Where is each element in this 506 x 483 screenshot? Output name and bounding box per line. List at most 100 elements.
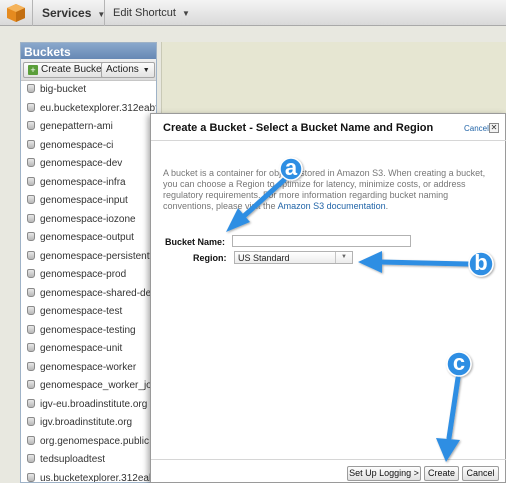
- bucket-name: us.bucketexplorer.312eabf4b: [40, 472, 157, 483]
- bucket-icon: [27, 398, 35, 408]
- bucket-icon: [27, 158, 35, 167]
- bucket-name: genomespace-output: [40, 232, 134, 243]
- bucket-icon: [27, 250, 35, 260]
- bucket-name: genomespace-testing: [40, 324, 136, 336]
- description-end: .: [385, 201, 389, 211]
- create-bucket-dialog: Create a Bucket - Select a Bucket Name a…: [150, 113, 506, 483]
- bucket-list-item[interactable]: genomespace-worker: [21, 359, 156, 378]
- edit-shortcut-menu[interactable]: Edit Shortcut ▼: [113, 7, 190, 19]
- bucket-list-item[interactable]: genomespace-prod: [21, 266, 156, 285]
- dialog-title: Create a Bucket - Select a Bucket Name a…: [163, 122, 434, 134]
- bucket-icon: [27, 213, 35, 223]
- bucket-icon: [27, 195, 35, 204]
- bucket-name: genomespace-test: [40, 306, 123, 317]
- bucket-list-item[interactable]: genomespace-unit: [21, 340, 156, 359]
- bucket-list-item[interactable]: org.genomespace.public: [21, 433, 156, 452]
- set-up-logging-button[interactable]: Set Up Logging >: [347, 466, 421, 481]
- bucket-list-item[interactable]: genepattern-ami: [21, 118, 156, 137]
- chevron-down-icon: ▼: [181, 9, 190, 18]
- bucket-list-item[interactable]: genomespace-output: [21, 229, 156, 248]
- bucket-name: org.genomespace.public: [40, 435, 149, 447]
- bucket-name: genomespace-input: [40, 195, 128, 206]
- bucket-name: igv-eu.broadinstitute.org: [40, 398, 148, 410]
- region-label: Region:: [193, 253, 227, 263]
- bucket-icon: [27, 232, 35, 241]
- bucket-name: genomespace-ci: [40, 139, 114, 151]
- bucket-icon: [27, 84, 35, 93]
- bucket-list-item[interactable]: genomespace-testing: [21, 322, 156, 341]
- bucket-name: genomespace-worker: [40, 361, 137, 373]
- bucket-list-item[interactable]: igv.broadinstitute.org: [21, 414, 156, 433]
- bucket-name-input[interactable]: [232, 235, 411, 247]
- buckets-panel: Buckets + Create Bucket Actions ▼ big-buck…: [20, 42, 157, 483]
- annotation-label-b: b: [474, 250, 488, 275]
- actions-button[interactable]: Actions ▼: [101, 62, 155, 78]
- bucket-icon: [27, 343, 35, 352]
- bucket-icon: [27, 472, 35, 482]
- bucket-list-item[interactable]: genomespace-infra: [21, 174, 156, 193]
- bucket-list-item[interactable]: us.bucketexplorer.312eabf4b: [21, 470, 157, 483]
- bucket-list-item[interactable]: igv-eu.broadinstitute.org: [21, 396, 156, 415]
- bucket-name: genomespace-iozone: [40, 213, 136, 225]
- bucket-icon: [27, 454, 35, 463]
- services-menu[interactable]: Services ▼: [42, 6, 105, 20]
- bucket-list-item[interactable]: genomespace-dev: [21, 155, 156, 174]
- bucket-name: igv.broadinstitute.org: [40, 417, 133, 428]
- divider: [32, 0, 33, 26]
- bucket-list: big-bucket eu.bucketexplorer.312eabf4b0 ge…: [21, 81, 157, 483]
- bucket-name: genomespace-persistentfs: [40, 250, 157, 262]
- buckets-panel-title: Buckets: [21, 43, 156, 59]
- divider: [151, 459, 506, 460]
- bucket-name: eu.bucketexplorer.312eabf4b0: [40, 102, 156, 114]
- create-button[interactable]: Create: [424, 466, 459, 481]
- bucket-icon: [27, 121, 35, 130]
- bucket-list-item[interactable]: genomespace_worker_jobs: [21, 377, 156, 396]
- bucket-list-item[interactable]: tedsuploadtest: [21, 451, 156, 470]
- bucket-name: genomespace_worker_jobs: [40, 380, 157, 391]
- region-value: US Standard: [238, 253, 290, 263]
- bucket-icon: [27, 417, 35, 426]
- cancel-button[interactable]: Cancel: [462, 466, 499, 481]
- divider: [104, 0, 105, 26]
- bucket-name: genepattern-ami: [40, 121, 113, 132]
- annotation-label-c: c: [452, 350, 466, 375]
- bucket-name: tedsuploadtest: [40, 454, 106, 465]
- s3-docs-link[interactable]: Amazon S3 documentation: [278, 201, 386, 211]
- divider: [151, 140, 506, 141]
- create-bucket-button[interactable]: + Create Bucket: [23, 62, 110, 78]
- bucket-icon: [27, 324, 35, 334]
- region-select[interactable]: US Standard ▼: [234, 251, 353, 264]
- bucket-name: genomespace-prod: [40, 269, 127, 280]
- bucket-icon: [27, 176, 35, 186]
- bucket-list-item[interactable]: genomespace-input: [21, 192, 156, 211]
- dialog-cancel-link[interactable]: Cancel: [464, 124, 489, 133]
- bucket-icon: [27, 102, 35, 112]
- edit-shortcut-label: Edit Shortcut: [113, 7, 176, 19]
- plus-icon: +: [28, 65, 38, 75]
- bucket-name: genomespace-shared-deleter: [40, 287, 156, 299]
- chevron-down-icon: ▼: [335, 252, 352, 263]
- bucket-name: genomespace-dev: [40, 158, 123, 169]
- annotation-label-a: a: [284, 155, 298, 180]
- buckets-toolbar: + Create Bucket Actions ▼: [21, 59, 156, 81]
- bucket-icon: [27, 306, 35, 315]
- bucket-list-item[interactable]: genomespace-ci: [21, 137, 156, 156]
- bucket-icon: [27, 361, 35, 371]
- aws-cube-icon[interactable]: [6, 3, 26, 23]
- bucket-list-item[interactable]: genomespace-iozone: [21, 211, 156, 230]
- top-nav-bar: Services ▼ Edit Shortcut ▼: [0, 0, 506, 26]
- chevron-down-icon: ▼: [142, 67, 150, 74]
- bucket-list-item[interactable]: big-bucket: [21, 81, 156, 100]
- bucket-icon: [27, 380, 35, 389]
- bucket-list-item[interactable]: eu.bucketexplorer.312eabf4b0: [21, 100, 156, 119]
- bucket-icon: [27, 139, 35, 149]
- close-icon[interactable]: ✕: [489, 123, 499, 133]
- bucket-name: big-bucket: [40, 84, 87, 95]
- bucket-list-item[interactable]: genomespace-shared-deleter: [21, 285, 156, 304]
- services-label: Services: [42, 6, 92, 20]
- bucket-icon: [27, 269, 35, 278]
- bucket-name: genomespace-unit: [40, 343, 123, 354]
- bucket-name: genomespace-infra: [40, 176, 126, 188]
- bucket-list-item[interactable]: genomespace-persistentfs: [21, 248, 156, 267]
- bucket-list-item[interactable]: genomespace-test: [21, 303, 156, 322]
